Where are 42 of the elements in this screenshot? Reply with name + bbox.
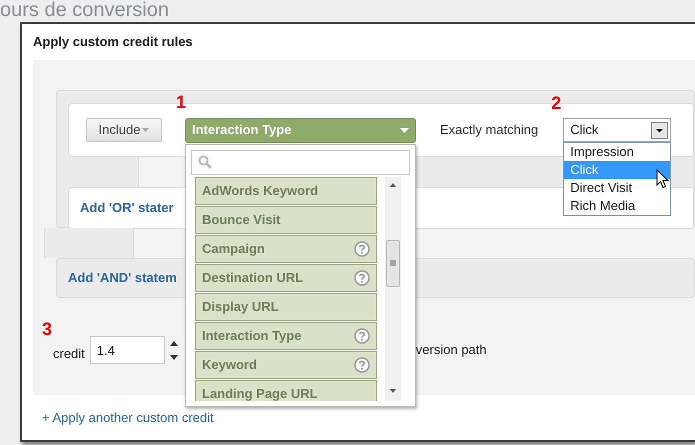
menu-item[interactable]: Keyword <box>195 350 377 378</box>
menu-item[interactable]: Destination URL <box>195 264 377 292</box>
help-icon[interactable] <box>354 240 370 256</box>
menu-item[interactable]: Landing Page URL <box>195 380 377 400</box>
search-field[interactable] <box>191 150 410 174</box>
credit-suffix: version path <box>416 341 487 360</box>
value-select[interactable]: Click <box>563 118 672 142</box>
caret-icon <box>400 128 409 132</box>
add-or-link[interactable]: Add 'OR' stater <box>80 198 174 218</box>
annotation-number: 1 <box>176 92 186 110</box>
search-icon <box>198 155 212 169</box>
help-icon[interactable] <box>354 270 370 286</box>
credit-label: credit <box>53 345 85 364</box>
apply-another-link[interactable]: + Apply another custom credit <box>42 408 214 428</box>
credit-input[interactable]: 1.4 <box>90 336 165 364</box>
scrollbar[interactable] <box>385 176 401 400</box>
menu-item[interactable]: Interaction Type <box>195 322 377 350</box>
spin-down-icon <box>170 354 178 360</box>
scroll-thumb[interactable] <box>386 240 400 286</box>
option-item[interactable]: Click <box>564 161 670 179</box>
menu-item[interactable]: Campaign <box>195 234 377 262</box>
help-icon[interactable] <box>354 356 370 372</box>
scroll-down-icon <box>390 388 396 392</box>
help-icon[interactable] <box>354 328 370 344</box>
annotation-number: 2 <box>551 94 562 112</box>
spin-up-icon <box>170 340 178 346</box>
dimension-dropdown[interactable]: Interaction Type <box>185 118 416 142</box>
operator-label: Exactly matching <box>440 121 538 140</box>
dialog-title: Apply custom credit rules <box>33 33 193 52</box>
annotation-number: 3 <box>42 320 52 338</box>
option-item[interactable]: Rich Media <box>564 197 670 215</box>
option-item[interactable]: Impression <box>564 143 670 161</box>
select-value: Click <box>570 121 598 140</box>
background-heading: ours de conversion <box>0 0 169 20</box>
menu-item[interactable]: Display URL <box>195 292 377 320</box>
menu-item[interactable]: Bounce Visit <box>195 206 377 234</box>
include-button[interactable]: Include <box>86 118 162 142</box>
option-item[interactable]: Direct Visit <box>564 179 670 197</box>
caret-icon <box>142 128 150 132</box>
grip-icon <box>390 260 396 266</box>
menu-item[interactable]: AdWords Keyword <box>195 176 377 204</box>
add-and-link[interactable]: Add 'AND' statem <box>68 268 177 288</box>
